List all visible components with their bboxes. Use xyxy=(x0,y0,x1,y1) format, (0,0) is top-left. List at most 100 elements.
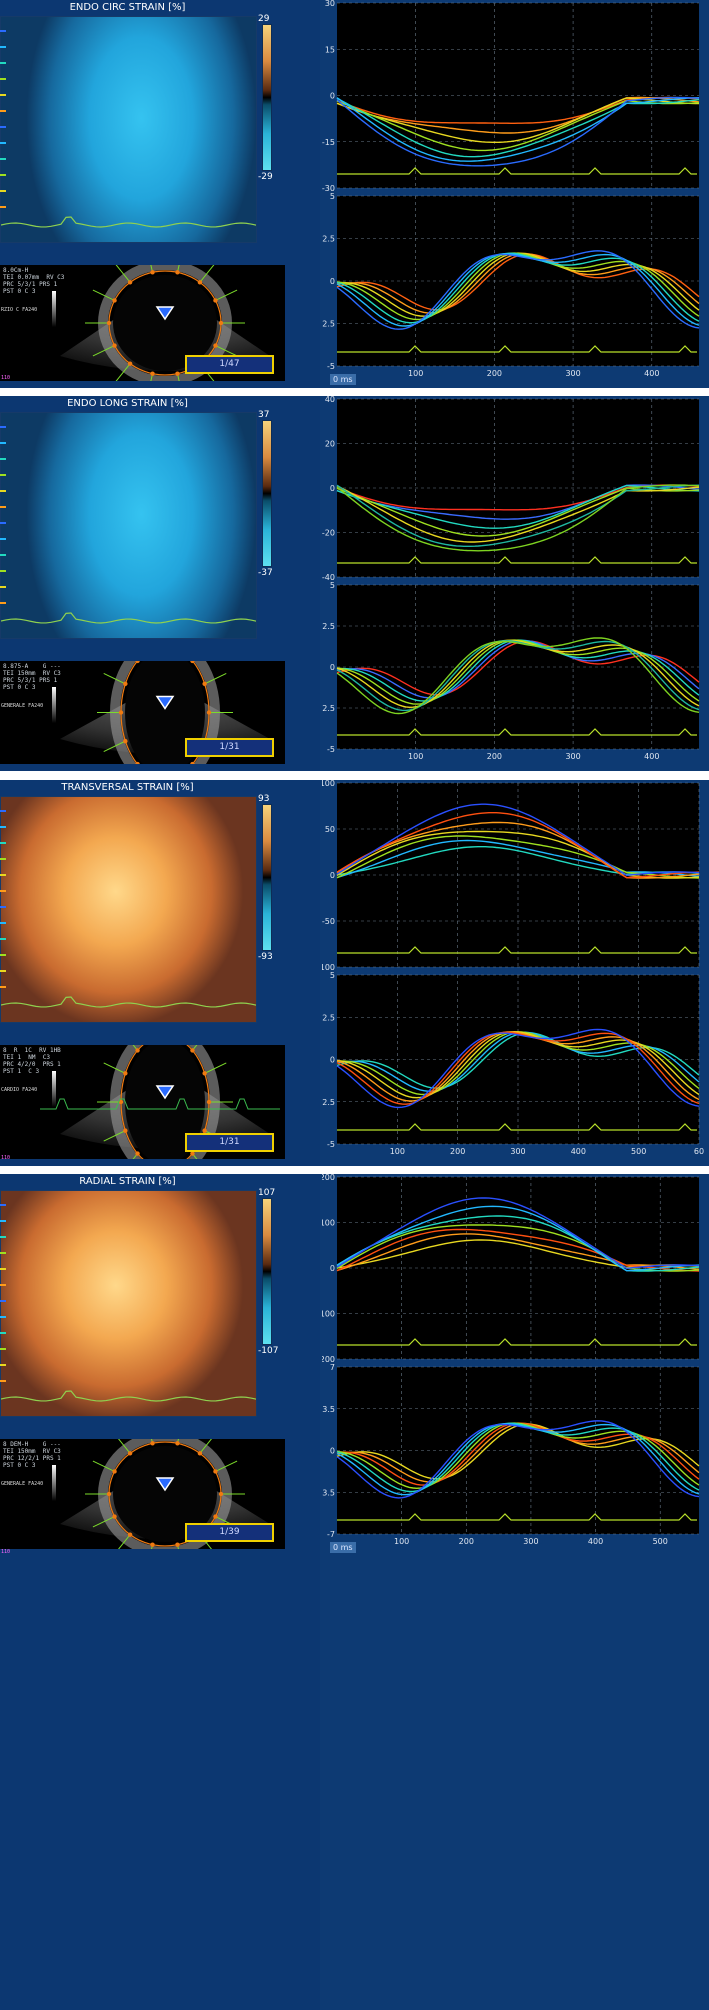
map-ecg-trace xyxy=(1,216,256,228)
frame-counter[interactable]: 1/39 xyxy=(185,1523,274,1542)
y-tick-label: 2.5 xyxy=(322,622,335,631)
map-title: RADIAL STRAIN [%] xyxy=(79,1176,176,1187)
segment-tick xyxy=(0,78,6,80)
segment-tick xyxy=(0,986,6,988)
segment-tick xyxy=(0,538,6,540)
y-tick-label: 100 xyxy=(322,780,335,788)
left-column: ENDO CIRC STRAIN [%] 29 -29 8.0Cm-H TEI 0.0… xyxy=(0,0,320,388)
y-tick-label: -5 xyxy=(327,1140,335,1149)
y-tick-label: 3.5 xyxy=(322,1405,335,1414)
frame-counter[interactable]: 1/47 xyxy=(185,355,274,374)
segment-tick xyxy=(0,1204,6,1206)
segment-tick xyxy=(0,842,6,844)
map-title: ENDO CIRC STRAIN [%] xyxy=(69,2,186,13)
y-tick-label: -5 xyxy=(327,745,335,754)
echo-image: 8.875-A G --- TEI 150mm RV C3 PRC 5/3/1 … xyxy=(0,661,285,764)
x-tick-label: 400 xyxy=(644,752,659,761)
y-axis-label: ENDO LONG STRAIN RATE [1/s] xyxy=(322,597,323,736)
y-tick-label: -50 xyxy=(322,917,335,926)
left-column: ENDO LONG STRAIN [%] 37 -37 8.875-A G --- T… xyxy=(0,396,320,771)
scale-min-label: -93 xyxy=(258,952,273,962)
segment-tick xyxy=(0,110,6,112)
y-tick-label: 0 xyxy=(330,871,335,880)
y-tick-label: -100 xyxy=(322,1310,335,1319)
strain-chart-area: 40200-20-40ENDO LONG STRAIN [%]52.50-2.5… xyxy=(322,396,709,771)
y-tick-label: 15 xyxy=(325,45,335,54)
y-tick-label: 5 xyxy=(330,581,335,590)
scale-max-label: 37 xyxy=(258,410,270,420)
x-tick-label: 100 xyxy=(408,369,423,378)
strain-charts: 2001000-100-200RADIAL STRAIN [%]73.50-3.… xyxy=(322,1174,709,1556)
separator xyxy=(0,771,709,780)
y-tick-label: 0 xyxy=(330,1447,335,1456)
strain-plot: 100500-50-100TRANSVERSAL STRAIN [%] xyxy=(322,780,700,972)
y-tick-label: 2.5 xyxy=(322,1013,335,1022)
scale-max-label: 93 xyxy=(258,794,270,804)
x-tick-label: 500 xyxy=(631,1147,646,1156)
left-column: TRANSVERSAL STRAIN [%] 93 -93 8 R 1C RV 1HB… xyxy=(0,780,320,1166)
segment-tick xyxy=(0,938,6,940)
echo-image: 8.0Cm-H TEI 0.07mm RV C3 PRC 5/3/1 PRS 1… xyxy=(0,265,285,381)
strain-plot: 30150-15-30ENDO CIRC STRAIN [%] xyxy=(322,0,700,193)
segment-tick xyxy=(0,206,6,208)
strain-charts: 40200-20-40ENDO LONG STRAIN [%]52.50-2.5… xyxy=(322,396,709,771)
y-tick-label: 50 xyxy=(325,825,335,834)
y-tick-label: 0 xyxy=(330,1264,335,1273)
strain-chart-area: 30150-15-30ENDO CIRC STRAIN [%]52.50-2.5… xyxy=(322,0,709,388)
x-tick-label: 500 xyxy=(653,1537,668,1546)
x-tick-label: 400 xyxy=(644,369,659,378)
scale-min-label: -29 xyxy=(258,172,273,182)
segment-tick xyxy=(0,858,6,860)
panel-radial: RADIAL STRAIN [%] 107 -107 8 DEM-H G --- TE… xyxy=(0,1174,709,2010)
segment-tick xyxy=(0,810,6,812)
scale-min-label: -107 xyxy=(258,1346,279,1356)
segment-tick xyxy=(0,490,6,492)
segment-tick xyxy=(0,1252,6,1254)
y-tick-label: -2.5 xyxy=(322,704,335,713)
y-tick-label: 0 xyxy=(330,92,335,101)
frame-counter[interactable]: 1/31 xyxy=(185,1133,274,1152)
left-column: RADIAL STRAIN [%] 107 -107 8 DEM-H G --- TE… xyxy=(0,1174,320,2010)
color-scale-bar xyxy=(262,1198,272,1345)
strain-charts: 100500-50-100TRANSVERSAL STRAIN [%]52.50… xyxy=(322,780,709,1166)
segment-tick xyxy=(0,554,6,556)
parametric-map xyxy=(0,796,257,1023)
echo-image: 8 DEM-H G --- TEI 150mm RV C3 PRC 12/2/1… xyxy=(0,1439,285,1555)
segment-tick xyxy=(0,1236,6,1238)
y-tick-label: -5 xyxy=(327,362,335,371)
scale-max-label: 29 xyxy=(258,14,270,24)
strain-charts: 30150-15-30ENDO CIRC STRAIN [%]52.50-2.5… xyxy=(322,0,709,388)
panel-endo-circ: ENDO CIRC STRAIN [%] 29 -29 8.0Cm-H TEI 0.0… xyxy=(0,0,709,388)
segment-tick xyxy=(0,1332,6,1334)
map-title: ENDO LONG STRAIN [%] xyxy=(67,398,188,409)
segment-tick xyxy=(0,158,6,160)
x-tick-label: 100 xyxy=(390,1147,405,1156)
segment-tick xyxy=(0,442,6,444)
y-tick-label: 2.5 xyxy=(322,235,335,244)
parametric-map xyxy=(0,412,257,639)
strain-rate-plot: 7 3.5 0 -3.5 -7 100 200 300 400 500 RADIAL STRAIN … xyxy=(322,1363,700,1546)
y-tick-label: 0 xyxy=(330,1056,335,1065)
scale-min-label: -37 xyxy=(258,568,273,578)
y-axis-label: ENDO LONG STRAIN [%] xyxy=(322,434,323,543)
segment-tick xyxy=(0,826,6,828)
strain-rate-plot: 5 2.5 0 -2.5 -5 100 200 300 400 500 60 TRANSVERSAL … xyxy=(322,971,704,1156)
segment-tick xyxy=(0,1316,6,1318)
y-tick-label: 0 xyxy=(330,663,335,672)
segment-tick xyxy=(0,890,6,892)
y-axis-label: TRANSVERSAL STRAIN RATE [1/s] xyxy=(322,985,323,1135)
y-tick-label: 100 xyxy=(322,1219,335,1228)
segment-tick xyxy=(0,1380,6,1382)
segment-tick xyxy=(0,954,6,956)
segment-tick xyxy=(0,190,6,192)
y-tick-label: 30 xyxy=(325,0,335,8)
frame-counter[interactable]: 1/31 xyxy=(185,738,274,757)
segment-tick xyxy=(0,94,6,96)
y-tick-label: -7 xyxy=(327,1530,335,1539)
x-tick-label: 100 xyxy=(408,752,423,761)
segment-tick xyxy=(0,602,6,604)
segment-tick xyxy=(0,142,6,144)
color-scale-bar xyxy=(262,420,272,567)
time-cursor-label: 0 ms xyxy=(330,374,356,385)
x-tick-label: 100 xyxy=(394,1537,409,1546)
